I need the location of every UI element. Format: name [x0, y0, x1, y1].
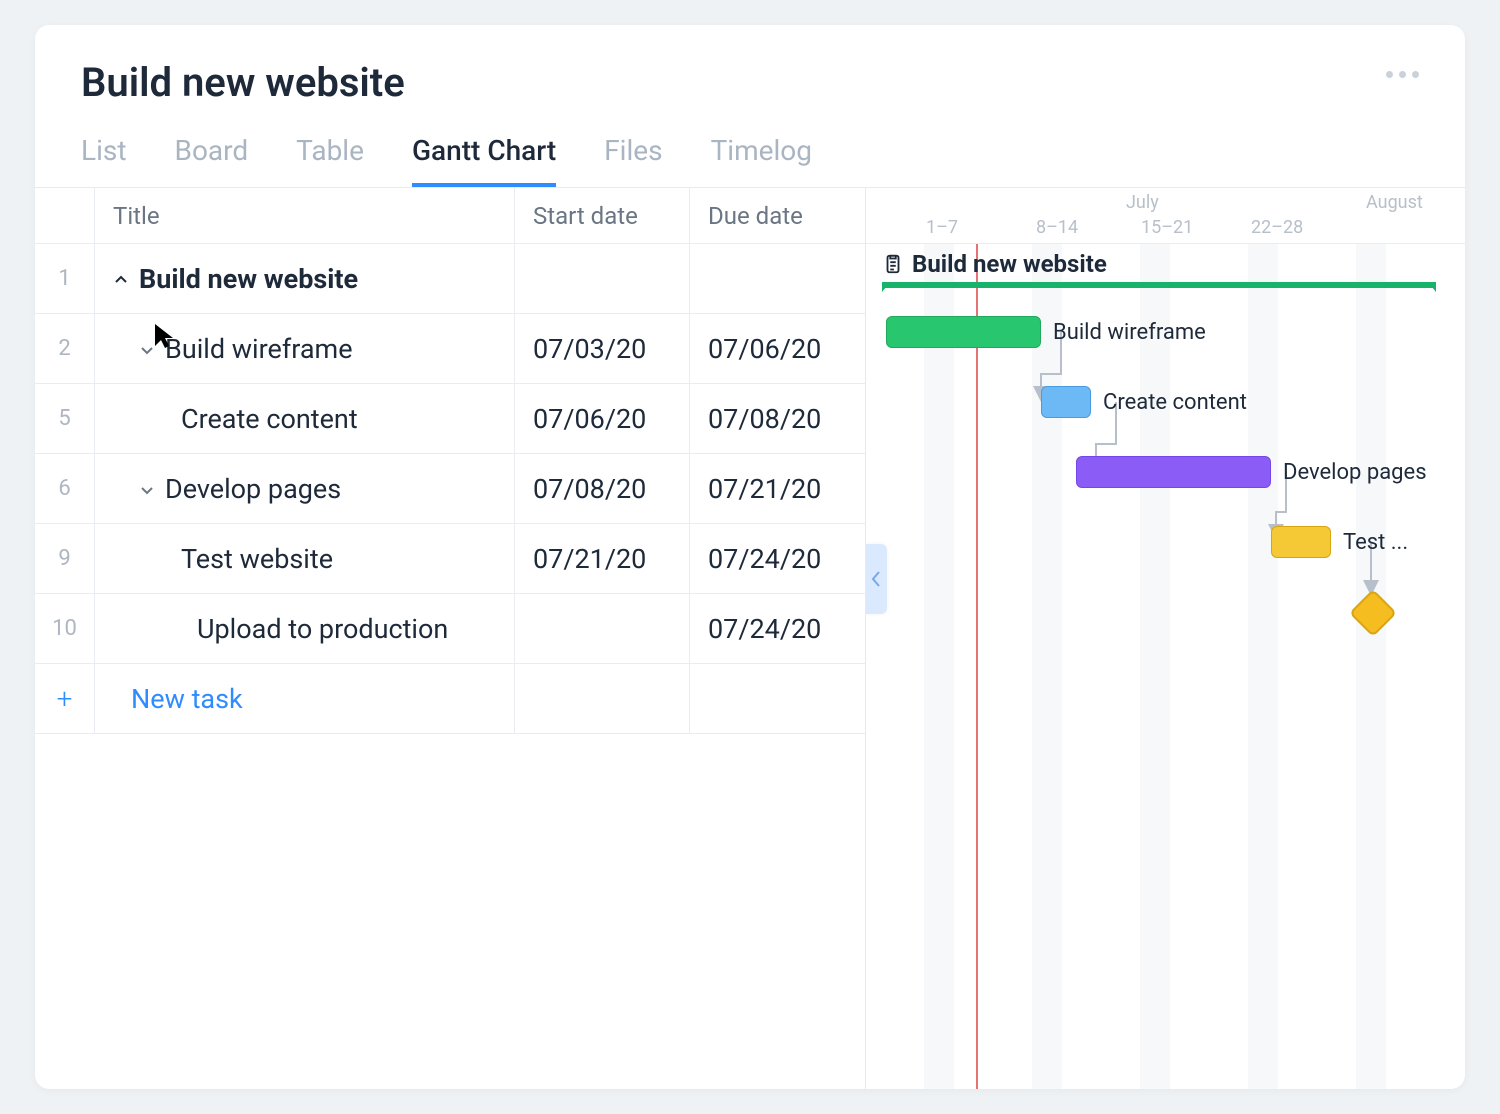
task-start-date[interactable]	[515, 594, 690, 663]
month-label-august: August	[1366, 192, 1423, 213]
task-start-date[interactable]: 07/21/20	[515, 524, 690, 593]
row-number: 6	[35, 454, 95, 523]
task-start-date[interactable]: 07/06/20	[515, 384, 690, 453]
table-header-row: Title Start date Due date	[35, 188, 865, 244]
timeline-header: July August 1–7 8–14 15–21 22–28	[866, 188, 1465, 244]
header: Build new website List Board Table Gantt…	[35, 25, 1465, 187]
collapse-panel-handle[interactable]	[866, 544, 887, 614]
task-start-date[interactable]	[515, 244, 690, 313]
task-due-date[interactable]: 07/06/20	[690, 314, 865, 383]
more-menu-button[interactable]	[1386, 71, 1419, 78]
task-start-date[interactable]: 07/03/20	[515, 314, 690, 383]
gantt-group-bar[interactable]	[882, 282, 1436, 288]
tab-board[interactable]: Board	[175, 134, 249, 187]
tab-files[interactable]: Files	[604, 134, 662, 187]
chevron-up-icon[interactable]	[113, 263, 129, 295]
row-number: 9	[35, 524, 95, 593]
task-start-date[interactable]: 07/08/20	[515, 454, 690, 523]
table-row[interactable]: 6 Develop pages 07/08/2007/21/20	[35, 454, 865, 524]
tab-table[interactable]: Table	[296, 134, 364, 187]
row-number: 1	[35, 244, 95, 313]
table-row[interactable]: 1 Build new website	[35, 244, 865, 314]
gantt-group-label[interactable]: Build new website	[882, 250, 1107, 278]
row-number: 5	[35, 384, 95, 453]
task-title: Upload to production	[197, 613, 448, 645]
view-tabs: List Board Table Gantt Chart Files Timel…	[81, 134, 1419, 187]
gantt-bar-wireframe[interactable]	[886, 316, 1041, 348]
col-header-title[interactable]: Title	[95, 188, 515, 243]
col-header-num	[35, 188, 95, 243]
col-header-due[interactable]: Due date	[690, 188, 865, 243]
gantt-timeline[interactable]: July August 1–7 8–14 15–21 22–28	[866, 188, 1465, 1089]
task-due-date[interactable]: 07/24/20	[690, 594, 865, 663]
tab-list[interactable]: List	[81, 134, 127, 187]
gantt-bar-content[interactable]	[1041, 386, 1091, 418]
new-task-row[interactable]: + New task	[35, 664, 865, 734]
gantt-bar-label: Develop pages	[1283, 460, 1427, 485]
chevron-left-icon	[870, 570, 882, 588]
week-label: 1–7	[926, 217, 958, 238]
col-header-start[interactable]: Start date	[515, 188, 690, 243]
chevron-down-icon[interactable]	[139, 333, 155, 365]
gantt-body: Title Start date Due date 1 Build new web…	[35, 187, 1465, 1089]
gantt-chart-area[interactable]: Build new website Build wireframe Create …	[866, 244, 1465, 1089]
chevron-down-icon[interactable]	[139, 473, 155, 505]
tab-timelog[interactable]: Timelog	[711, 134, 812, 187]
project-card: Build new website List Board Table Gantt…	[35, 25, 1465, 1089]
table-row[interactable]: 9 Test website 07/21/2007/24/20	[35, 524, 865, 594]
task-due-date[interactable]: 07/21/20	[690, 454, 865, 523]
task-title: Build new website	[139, 263, 358, 295]
row-number: 2	[35, 314, 95, 383]
table-row[interactable]: 2 Build wireframe 07/03/2007/06/20	[35, 314, 865, 384]
task-title: Develop pages	[165, 473, 341, 505]
gantt-bar-test[interactable]	[1271, 526, 1331, 558]
week-label: 15–21	[1141, 217, 1193, 238]
clipboard-icon	[882, 253, 904, 275]
task-due-date[interactable]	[690, 244, 865, 313]
task-title: Test website	[181, 543, 333, 575]
gantt-bar-label: Build wireframe	[1053, 320, 1206, 345]
month-label-july: July	[1126, 192, 1159, 213]
project-title: Build new website	[81, 59, 1419, 106]
gantt-bar-develop[interactable]	[1076, 456, 1271, 488]
new-task-label: New task	[113, 683, 243, 715]
week-label: 8–14	[1036, 217, 1078, 238]
table-row[interactable]: 5 Create content 07/06/2007/08/20	[35, 384, 865, 454]
gantt-bar-label: Create content	[1103, 390, 1247, 415]
task-due-date[interactable]: 07/08/20	[690, 384, 865, 453]
table-row[interactable]: 10 Upload to production 07/24/20	[35, 594, 865, 664]
tab-gantt-chart[interactable]: Gantt Chart	[412, 134, 556, 187]
dots-icon	[1386, 71, 1393, 78]
task-due-date[interactable]: 07/24/20	[690, 524, 865, 593]
week-label: 22–28	[1251, 217, 1303, 238]
gantt-bar-label: Test ...	[1343, 530, 1408, 555]
row-number: 10	[35, 594, 95, 663]
task-table: Title Start date Due date 1 Build new web…	[35, 188, 866, 1089]
plus-icon: +	[57, 682, 73, 715]
task-title: Create content	[181, 403, 358, 435]
task-title: Build wireframe	[165, 333, 353, 365]
